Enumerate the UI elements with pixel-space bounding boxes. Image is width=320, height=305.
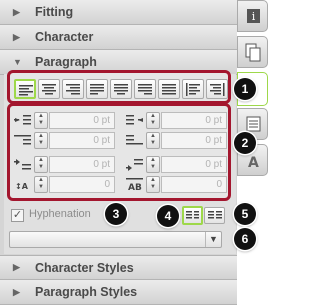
last-line-indent-field[interactable]: 0 pt bbox=[161, 132, 227, 149]
collapsed-triangle-icon: ▶ bbox=[13, 262, 20, 272]
first-line-indent-field[interactable]: 0 pt bbox=[49, 132, 115, 149]
drop-cap-lines-stepper[interactable]: ▲ ▼ bbox=[34, 176, 48, 193]
left-indent-field[interactable]: 0 pt bbox=[49, 112, 115, 129]
callout-badge-2: 2 bbox=[234, 132, 256, 154]
align-towards-spine-icon bbox=[186, 83, 200, 96]
first-line-indent-stepper[interactable]: ▲ ▼ bbox=[34, 132, 48, 149]
info-icon: i bbox=[247, 9, 260, 23]
svg-text:↕A: ↕A bbox=[15, 182, 29, 191]
align-right-button[interactable] bbox=[62, 79, 84, 99]
hyphenation-label: Hyphenation bbox=[29, 208, 91, 220]
align-center-icon bbox=[42, 84, 56, 95]
paragraph-style-dropdown[interactable]: ▼ bbox=[9, 231, 222, 248]
align-center-button[interactable] bbox=[38, 79, 60, 99]
justify-left-icon bbox=[90, 84, 104, 95]
section-fitting[interactable]: ▶ Fitting bbox=[0, 0, 237, 25]
justify-right-icon bbox=[138, 84, 152, 95]
composer-paragraph-icon bbox=[208, 211, 222, 219]
justify-right-button[interactable] bbox=[134, 79, 156, 99]
section-label: Character bbox=[35, 30, 94, 44]
section-character[interactable]: ▶ Character bbox=[0, 25, 237, 50]
align-away-from-spine-icon bbox=[210, 83, 225, 96]
drop-cap-lines-field[interactable]: 0 bbox=[49, 176, 115, 193]
sidebar-tab-info[interactable]: i bbox=[237, 0, 268, 32]
justify-center-icon bbox=[114, 84, 128, 95]
align-left-icon bbox=[19, 85, 33, 96]
section-label: Paragraph bbox=[35, 55, 97, 69]
justify-all-button[interactable] bbox=[158, 79, 180, 99]
right-indent-stepper[interactable]: ▲ ▼ bbox=[146, 112, 160, 129]
callout-badge-1: 1 bbox=[234, 78, 256, 100]
pages-icon bbox=[245, 43, 261, 62]
callout-badge-6: 6 bbox=[234, 228, 256, 250]
callout-badge-5: 5 bbox=[234, 203, 256, 225]
svg-text:i: i bbox=[252, 10, 256, 23]
space-after-stepper[interactable]: ▲ ▼ bbox=[146, 156, 160, 173]
space-before-stepper[interactable]: ▲ ▼ bbox=[34, 156, 48, 173]
hyphenation-checkbox[interactable]: ✓ bbox=[11, 209, 24, 222]
last-line-indent-icon bbox=[126, 135, 143, 145]
svg-text:AB: AB bbox=[128, 183, 142, 192]
section-character-styles[interactable]: ▶ Character Styles bbox=[0, 255, 237, 280]
drop-cap-chars-stepper[interactable]: ▲ ▼ bbox=[146, 176, 160, 193]
single-line-composer-button[interactable] bbox=[182, 206, 203, 225]
callout-badge-3: 3 bbox=[105, 203, 127, 225]
first-line-indent-icon bbox=[14, 135, 31, 145]
align-towards-spine-button[interactable] bbox=[182, 79, 204, 99]
drop-cap-lines-icon: ↕A bbox=[15, 182, 29, 191]
collapsed-triangle-icon: ▶ bbox=[13, 286, 20, 297]
app: i A ▶ Fitting ▶ Character ▼ Paragraph ▲ … bbox=[0, 0, 274, 305]
alignment-group bbox=[7, 70, 231, 104]
align-right-icon bbox=[66, 84, 80, 95]
right-indent-icon bbox=[126, 115, 143, 125]
align-left-button[interactable] bbox=[14, 79, 36, 99]
collapsed-triangle-icon: ▶ bbox=[13, 31, 20, 42]
justify-all-icon bbox=[162, 84, 176, 95]
space-after-field[interactable]: 0 pt bbox=[161, 156, 227, 173]
callout-badge-4: 4 bbox=[157, 205, 179, 227]
align-away-from-spine-button[interactable] bbox=[206, 79, 228, 99]
space-before-field[interactable]: 0 pt bbox=[49, 156, 115, 173]
left-indent-stepper[interactable]: ▲ ▼ bbox=[34, 112, 48, 129]
last-line-indent-stepper[interactable]: ▲ ▼ bbox=[146, 132, 160, 149]
section-label: Paragraph Styles bbox=[35, 285, 138, 299]
section-paragraph-styles[interactable]: ▶ Paragraph Styles bbox=[0, 280, 237, 305]
justify-center-button[interactable] bbox=[110, 79, 132, 99]
collapsed-triangle-icon: ▶ bbox=[13, 6, 20, 17]
drop-cap-chars-icon: AB bbox=[126, 178, 143, 192]
section-label: Character Styles bbox=[35, 260, 134, 275]
space-after-icon bbox=[126, 159, 143, 171]
drop-cap-chars-field[interactable]: 0 bbox=[161, 176, 227, 193]
left-indent-icon bbox=[14, 115, 31, 125]
space-before-icon bbox=[14, 159, 31, 170]
right-indent-field[interactable]: 0 pt bbox=[161, 112, 227, 129]
expanded-triangle-icon: ▼ bbox=[13, 57, 22, 67]
indent-spacing-group: ▲ ▼ 0 pt ▲ ▼ 0 pt ▲ ▼ 0 pt ▲ ▼ 0 pt ▲ ▼ 0 pt … bbox=[7, 103, 231, 201]
sidebar-tab-pages[interactable] bbox=[237, 36, 268, 68]
section-label: Fitting bbox=[35, 5, 74, 19]
paragraph-composer-button[interactable] bbox=[204, 207, 225, 224]
composer-single-icon bbox=[186, 211, 199, 219]
properties-panel: ▶ Fitting ▶ Character ▼ Paragraph ▲ ▼ 0 … bbox=[0, 0, 237, 305]
justify-left-button[interactable] bbox=[86, 79, 108, 99]
svg-text:A: A bbox=[248, 155, 259, 171]
chevron-down-icon[interactable]: ▼ bbox=[205, 232, 221, 247]
